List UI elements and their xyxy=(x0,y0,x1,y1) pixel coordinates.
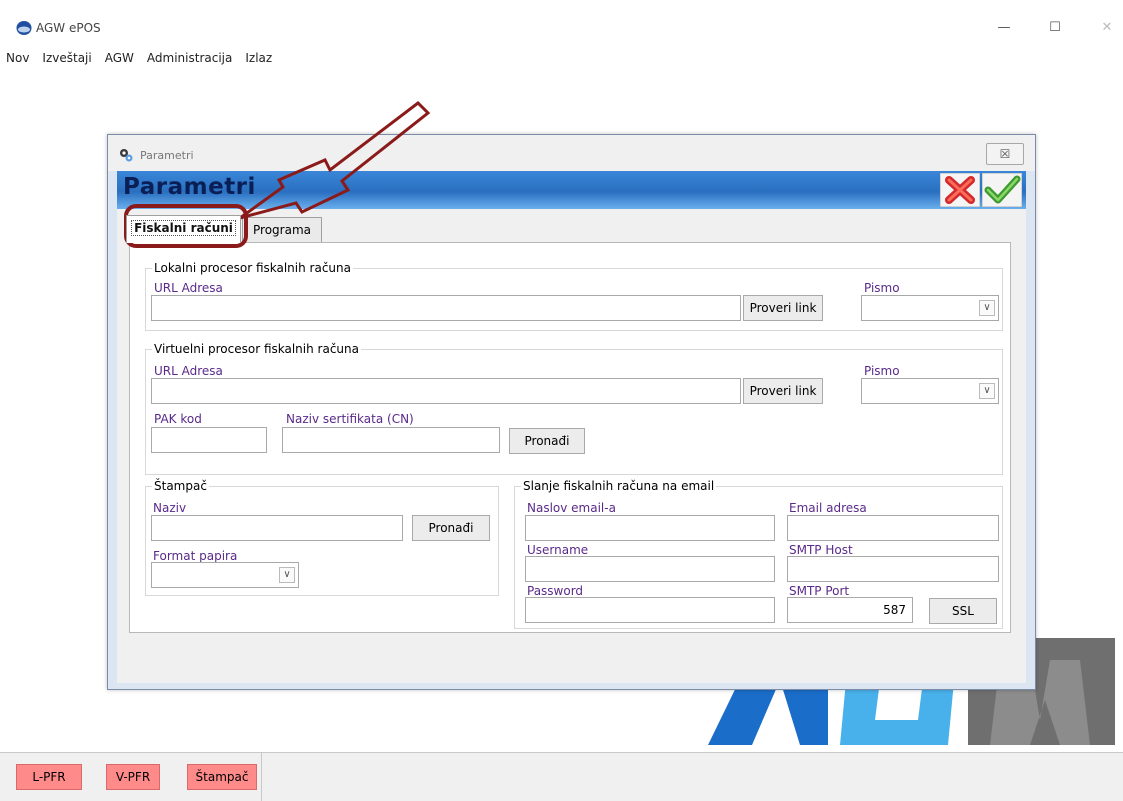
settings-icon xyxy=(120,149,133,162)
smtp-port-label: SMTP Port xyxy=(789,584,850,598)
menu-izlaz[interactable]: Izlaz xyxy=(241,48,276,68)
lokalni-url-label: URL Adresa xyxy=(154,281,223,295)
smtp-port-input[interactable]: 587 xyxy=(787,597,913,623)
status-separator xyxy=(261,752,262,801)
tab-fiskalni-racuni-label: Fiskalni računi xyxy=(131,220,236,236)
email-address-label: Email adresa xyxy=(789,501,867,515)
menu-izvestaji[interactable]: Izveštaji xyxy=(38,48,95,68)
main-titlebar xyxy=(0,0,1123,44)
pak-kod-label: PAK kod xyxy=(154,412,202,426)
lokalni-url-input[interactable] xyxy=(151,295,741,321)
dialog-close-button[interactable]: ☒ xyxy=(986,143,1024,165)
tab-fiskalni-racuni[interactable]: Fiskalni računi xyxy=(126,215,241,243)
group-email-title: Slanje fiskalnih računa na email xyxy=(521,479,717,493)
sertifikat-label: Naziv sertifikata (CN) xyxy=(286,412,414,426)
app-title: AGW ePOS xyxy=(36,21,101,35)
email-password-input[interactable] xyxy=(525,597,775,623)
dialog-titlebar: Parametri ☒ xyxy=(108,135,1035,171)
green-check-icon[interactable] xyxy=(982,173,1022,207)
lokalni-pismo-select[interactable]: ∨ xyxy=(861,295,999,321)
minimize-button[interactable]: — xyxy=(992,18,1016,38)
group-stampac: Štampač Naziv Pronađi Format papira ∨ xyxy=(145,479,499,596)
menu-administracija[interactable]: Administracija xyxy=(143,48,236,68)
stampac-pronadji-button[interactable]: Pronađi xyxy=(412,515,490,541)
ssl-button[interactable]: SSL xyxy=(929,598,997,624)
menu-agw[interactable]: AGW xyxy=(101,48,138,68)
status-lpfr-button[interactable]: L-PFR xyxy=(16,764,82,790)
chevron-down-icon[interactable]: ∨ xyxy=(979,300,995,316)
pak-kod-input[interactable] xyxy=(151,427,267,453)
stampac-naziv-input[interactable] xyxy=(151,515,403,541)
tab-panel-fiskalni-racuni: Lokalni procesor fiskalnih računa URL Ad… xyxy=(129,242,1011,633)
virtuelni-url-label: URL Adresa xyxy=(154,364,223,378)
status-vpfr-button[interactable]: V-PFR xyxy=(106,764,160,790)
virtuelni-url-input[interactable] xyxy=(151,378,741,404)
format-papira-select[interactable]: ∨ xyxy=(151,562,299,588)
dialog-body: Fiskalni računi Programa Lokalni proceso… xyxy=(117,209,1026,683)
lokalni-proveri-link-button[interactable]: Proveri link xyxy=(743,295,823,321)
virtuelni-pismo-label: Pismo xyxy=(864,364,900,378)
chevron-down-icon[interactable]: ∨ xyxy=(979,383,995,399)
group-stampac-title: Štampač xyxy=(152,479,209,493)
sertifikat-input[interactable] xyxy=(282,427,500,453)
dialog-window-title: Parametri xyxy=(140,149,194,162)
group-virtuelni-procesor: Virtuelni procesor fiskalnih računa URL … xyxy=(145,342,1003,475)
chevron-down-icon[interactable]: ∨ xyxy=(279,567,295,583)
email-subject-label: Naslov email-a xyxy=(527,501,616,515)
group-lokalni-title: Lokalni procesor fiskalnih računa xyxy=(152,261,353,275)
group-virtuelni-title: Virtuelni procesor fiskalnih računa xyxy=(152,342,361,356)
email-subject-input[interactable] xyxy=(525,515,775,541)
dialog-header: Parametri xyxy=(117,171,1026,209)
status-bar xyxy=(0,752,1123,801)
tab-programa[interactable]: Programa xyxy=(242,217,322,243)
status-stampac-button[interactable]: Štampač xyxy=(187,764,257,790)
menu-bar: Nov Izveštaji AGW Administracija Izlaz xyxy=(0,48,600,68)
email-username-label: Username xyxy=(527,543,589,557)
red-x-icon[interactable] xyxy=(940,173,980,207)
email-password-label: Password xyxy=(527,584,584,598)
group-email: Slanje fiskalnih računa na email Naslov … xyxy=(514,479,1003,629)
close-button[interactable]: ✕ xyxy=(1095,18,1119,38)
parametri-dialog: Parametri ☒ Parametri Fiskalni računi Pr… xyxy=(107,134,1036,690)
menu-nov[interactable]: Nov xyxy=(0,48,33,68)
lokalni-pismo-label: Pismo xyxy=(864,281,900,295)
format-papira-label: Format papira xyxy=(153,549,238,563)
maximize-button[interactable]: ☐ xyxy=(1043,18,1067,38)
email-address-input[interactable] xyxy=(787,515,999,541)
app-logo-icon xyxy=(16,21,32,35)
dialog-heading: Parametri xyxy=(123,174,256,200)
group-lokalni-procesor: Lokalni procesor fiskalnih računa URL Ad… xyxy=(145,261,1003,331)
virtuelni-proveri-link-button[interactable]: Proveri link xyxy=(743,378,823,404)
virtuelni-pismo-select[interactable]: ∨ xyxy=(861,378,999,404)
smtp-host-label: SMTP Host xyxy=(789,543,853,557)
sertifikat-pronadji-button[interactable]: Pronađi xyxy=(509,428,585,454)
email-username-input[interactable] xyxy=(525,556,775,582)
stampac-naziv-label: Naziv xyxy=(153,501,187,515)
smtp-host-input[interactable] xyxy=(787,556,999,582)
